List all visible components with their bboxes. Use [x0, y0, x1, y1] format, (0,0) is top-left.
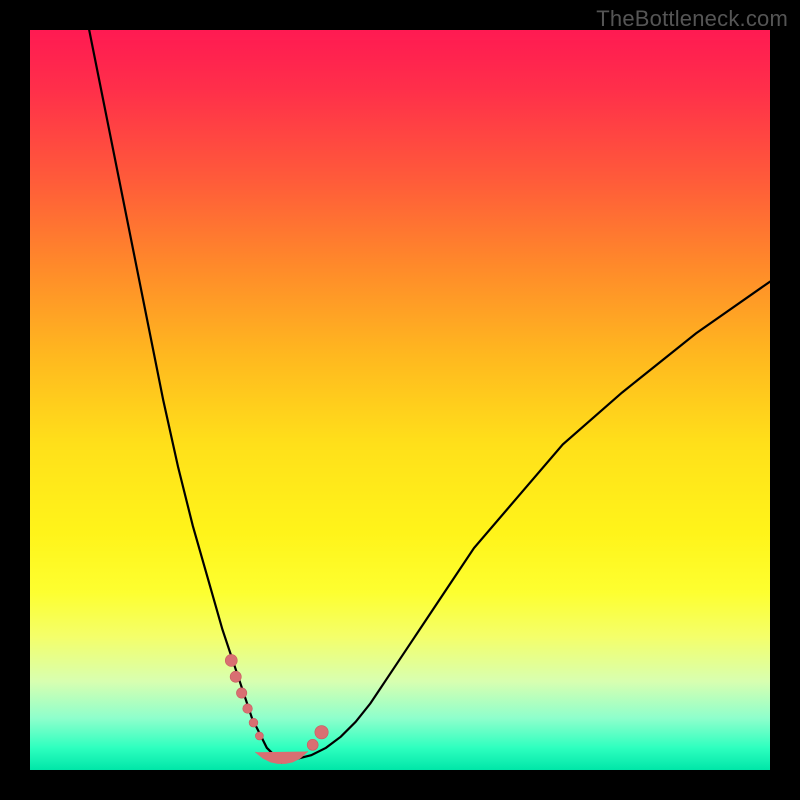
marker-dot — [230, 671, 241, 682]
valley-marker-blob — [256, 752, 308, 764]
curve-left-branch — [89, 30, 281, 763]
watermark-text: TheBottleneck.com — [596, 6, 788, 32]
plot-area — [30, 30, 770, 770]
marker-dot — [315, 726, 328, 739]
marker-dot — [225, 654, 237, 666]
marker-dot — [249, 718, 258, 727]
curve-right-branch — [282, 282, 770, 763]
right-branch-markers — [307, 726, 328, 751]
marker-dot — [236, 688, 246, 698]
marker-dot — [307, 739, 318, 750]
marker-dot — [243, 704, 253, 714]
curve-layer — [30, 30, 770, 770]
marker-dot — [255, 732, 263, 740]
chart-frame: TheBottleneck.com — [0, 0, 800, 800]
